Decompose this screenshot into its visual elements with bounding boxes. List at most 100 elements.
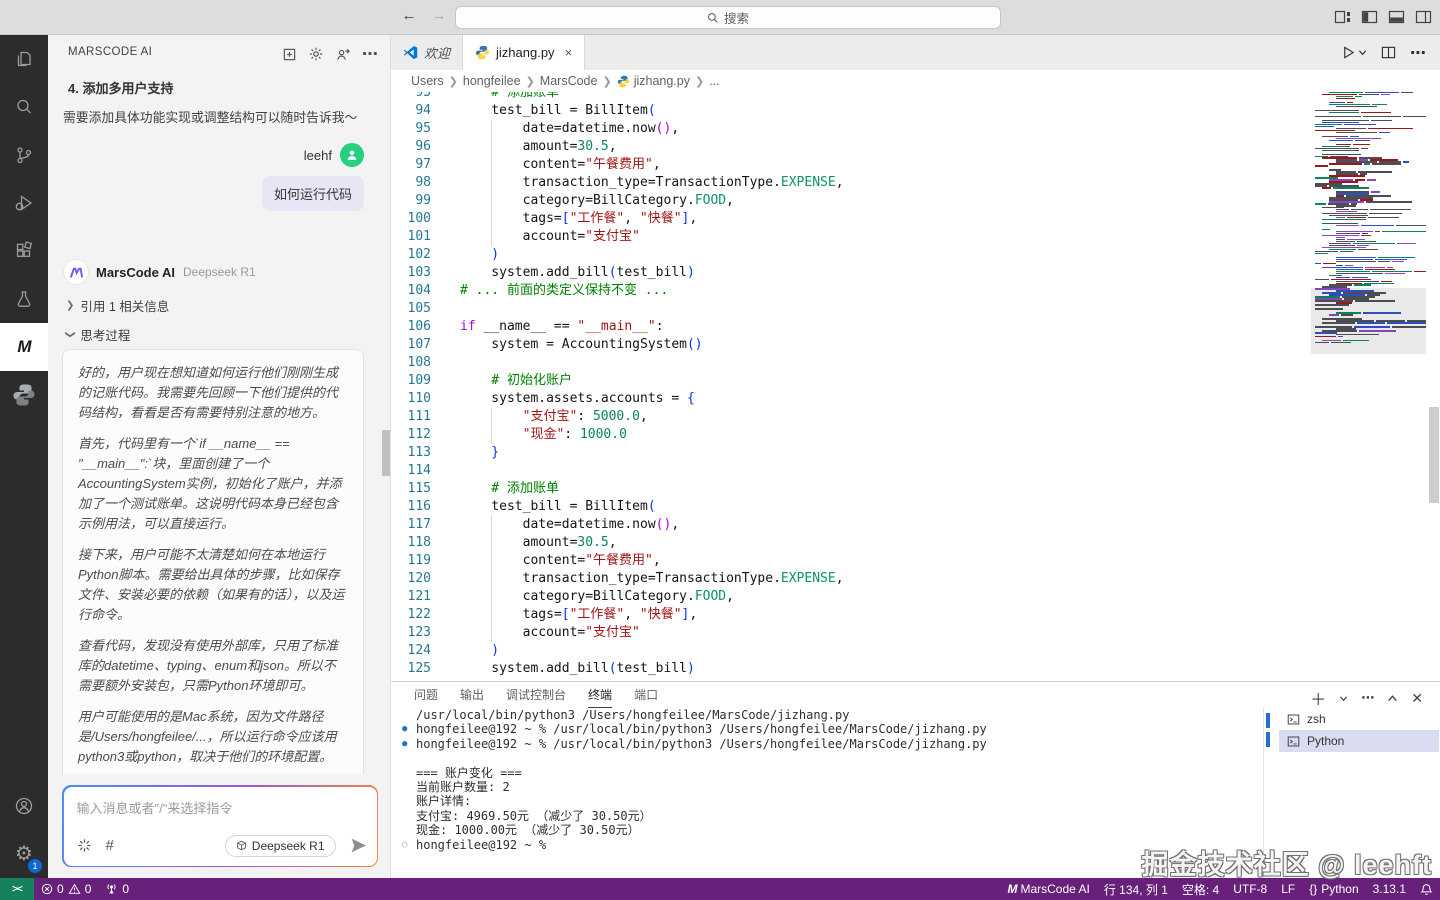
code-line: 109 # 初始化账户: [391, 372, 1311, 390]
new-terminal-icon[interactable]: ＋: [1310, 686, 1326, 710]
thinking-toggle[interactable]: ❯ 思考过程: [66, 325, 130, 344]
line-number: 109: [391, 372, 431, 390]
context-hash-icon[interactable]: #: [106, 837, 114, 854]
settings-button[interactable]: ⚙1: [0, 830, 48, 878]
code-editor[interactable]: 93 # 添加账单94 test_bill = BillItem(95 date…: [391, 92, 1440, 681]
terminal-output[interactable]: /usr/local/bin/python3 /Users/hongfeilee…: [391, 708, 1261, 878]
skills-icon[interactable]: [77, 838, 92, 853]
command-decoration: ●: [402, 737, 407, 751]
breadcrumb-item[interactable]: ...: [709, 74, 719, 88]
code-line: 96 amount=30.5,: [391, 138, 1311, 156]
model-selector[interactable]: Deepseek R1: [225, 835, 336, 857]
breadcrumb-item[interactable]: Users: [411, 74, 444, 88]
error-count: 0: [57, 882, 64, 896]
split-editor-icon[interactable]: [1381, 45, 1396, 60]
panel-tab-terminal[interactable]: 终端: [588, 682, 612, 708]
terminal-instance-zsh[interactable]: zsh: [1279, 708, 1439, 730]
sidebar-item-testing[interactable]: [0, 275, 48, 323]
code-line: 95 date=datetime.now(),: [391, 120, 1311, 138]
nav-back-icon[interactable]: ←: [398, 7, 420, 24]
breadcrumb-item[interactable]: MarsCode: [540, 74, 598, 88]
breadcrumb-item[interactable]: jizhang.py: [617, 74, 690, 88]
breadcrumb[interactable]: Users❯hongfeilee❯MarsCode❯jizhang.py❯...: [391, 70, 1440, 92]
sidebar-item-run-debug[interactable]: [0, 179, 48, 227]
close-panel-icon[interactable]: ✕: [1411, 690, 1423, 707]
user-message-header: leehf: [304, 143, 364, 167]
python-icon: [12, 383, 36, 407]
code-line: 117 date=datetime.now(),: [391, 516, 1311, 534]
account-button[interactable]: [0, 782, 48, 830]
problems-status[interactable]: 0 0: [34, 878, 98, 900]
chat-input[interactable]: 输入消息或者"/"来选择指令 # Deepseek R1: [64, 787, 377, 866]
editor-tabs: 欢迎 jizhang.py × ⋯: [391, 35, 1440, 70]
marscode-status[interactable]: MMarsCode AI: [1000, 878, 1096, 900]
toggle-panel-icon[interactable]: [1388, 9, 1405, 25]
share-profile-icon[interactable]: [335, 47, 351, 62]
sidebar-item-search[interactable]: [0, 83, 48, 131]
customize-layout-icon[interactable]: [1334, 9, 1351, 25]
ports-status[interactable]: 0: [98, 878, 136, 900]
panel-tab-problems[interactable]: 问题: [414, 682, 438, 708]
remote-indicator[interactable]: ><: [0, 878, 34, 900]
more-actions-icon[interactable]: ⋯: [1361, 690, 1374, 706]
marscode-logo-icon: [64, 260, 88, 284]
line-number: 121: [391, 588, 431, 606]
run-button[interactable]: [1341, 45, 1367, 60]
debug-icon: [12, 191, 36, 215]
breadcrumb-item[interactable]: hongfeilee: [463, 74, 521, 88]
marscode-chat-panel: MARSCODE AI ⋯ 4. 添加多用户支持 需要添加具体功能实现或调整结构…: [48, 35, 390, 878]
gear-icon[interactable]: [308, 46, 324, 62]
assistant-model: Deepseek R1: [183, 265, 256, 279]
toggle-secondary-sidebar-icon[interactable]: [1415, 9, 1432, 25]
sidebar-item-python[interactable]: [0, 371, 48, 419]
nav-forward-icon[interactable]: →: [428, 7, 450, 24]
line-number: 122: [391, 606, 431, 624]
maximize-panel-icon[interactable]: [1387, 693, 1398, 704]
search-icon: [12, 95, 36, 119]
terminal-label: zsh: [1307, 712, 1326, 726]
tab-jizhang-py[interactable]: jizhang.py ×: [463, 35, 585, 70]
thinking-paragraph: 首先，代码里有一个`if __name__ == "__main__":`块，里…: [78, 434, 348, 534]
editor-scrollbar[interactable]: [1427, 92, 1440, 681]
sidebar-item-source-control[interactable]: [0, 131, 48, 179]
chevron-down-icon[interactable]: [1339, 694, 1348, 703]
more-actions-icon[interactable]: ⋯: [1410, 43, 1426, 63]
marscode-icon: M: [1007, 882, 1016, 896]
code-line: 113 }: [391, 444, 1311, 462]
code-line: 101 account="支付宝": [391, 228, 1311, 246]
sidebar-scrollbar[interactable]: [382, 430, 390, 476]
reference-toggle[interactable]: ❯ 引用 1 相关信息: [66, 296, 169, 315]
assistant-name: MarsCode AI: [96, 265, 175, 280]
line-number: 123: [391, 624, 431, 642]
tab-label: 欢迎: [424, 43, 450, 62]
close-icon[interactable]: ×: [565, 45, 573, 60]
panel-tab-output[interactable]: 输出: [460, 682, 484, 708]
terminal-line: ○hongfeilee@192 ~ %: [391, 838, 1261, 852]
minimap-viewport[interactable]: [1311, 288, 1426, 354]
line-number: 98: [391, 174, 431, 192]
thinking-content: 好的，用户现在想知道如何运行他们刚刚生成的记账代码。我需要先回顾一下他们提供的代…: [62, 349, 364, 795]
more-actions-icon[interactable]: ⋯: [362, 44, 378, 64]
send-icon[interactable]: [350, 837, 367, 854]
sidebar-item-extensions[interactable]: [0, 227, 48, 275]
chat-input-placeholder: 输入消息或者"/"来选择指令: [77, 798, 233, 817]
chat-input-zone: 输入消息或者"/"来选择指令 # Deepseek R1: [48, 774, 390, 878]
toggle-sidebar-icon[interactable]: [1361, 9, 1378, 25]
new-chat-icon[interactable]: [282, 47, 297, 62]
line-number: 101: [391, 228, 431, 246]
panel-tab-debug-console[interactable]: 调试控制台: [506, 682, 566, 708]
line-number: 111: [391, 408, 431, 426]
terminal-instance-python[interactable]: Python: [1279, 730, 1439, 752]
tab-welcome[interactable]: 欢迎: [391, 35, 463, 70]
command-center-search[interactable]: 搜索: [455, 6, 1001, 29]
terminal-icon: [1287, 735, 1300, 748]
breadcrumb-separator: ❯: [526, 75, 535, 88]
scrollbar-thumb[interactable]: [1429, 407, 1439, 503]
panel-tab-ports[interactable]: 端口: [634, 682, 658, 708]
minimap[interactable]: [1311, 92, 1426, 681]
code-line: 111 "支付宝": 5000.0,: [391, 408, 1311, 426]
sidebar-item-marscode[interactable]: M: [0, 323, 48, 371]
line-number: 104: [391, 282, 431, 300]
avatar: [340, 143, 364, 167]
sidebar-item-explorer[interactable]: [0, 35, 48, 83]
